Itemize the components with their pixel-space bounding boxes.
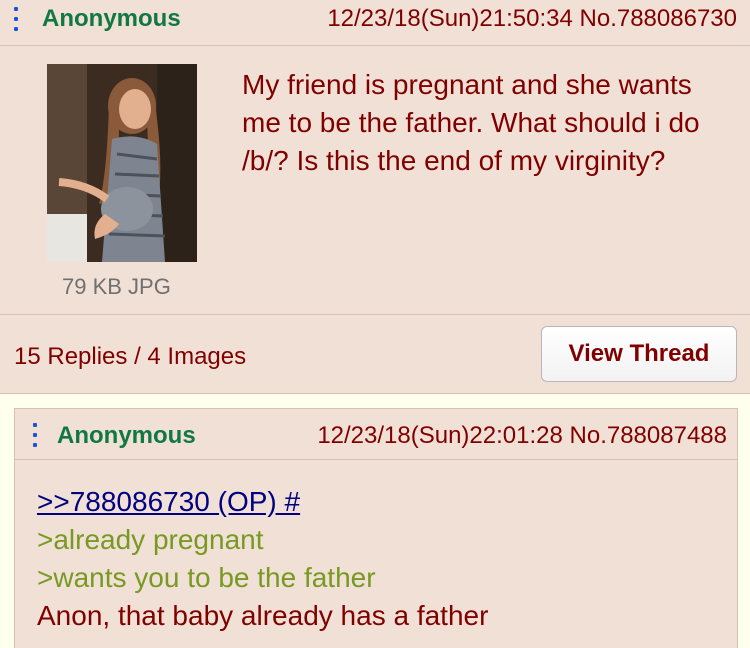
thumbnail-photo-icon <box>47 64 197 262</box>
post-menu-icon[interactable] <box>14 7 20 33</box>
post-meta: 12/23/18(Sun)21:50:34 No.788086730 <box>327 5 737 33</box>
greentext-line: >wants you to be the father <box>37 562 376 593</box>
comment-line: Anon, that baby already has a father <box>37 600 489 631</box>
post-meta: 12/23/18(Sun)22:01:28 No.788087488 <box>317 422 727 450</box>
greentext-line: >already pregnant <box>37 524 264 555</box>
post-number[interactable]: No.788086730 <box>580 5 737 32</box>
op-comment: My friend is pregnant and she wants me t… <box>242 69 700 176</box>
reply-post: Anonymous 12/23/18(Sun)22:01:28 No.78808… <box>14 408 738 648</box>
op-post: Anonymous 12/23/18(Sun)21:50:34 No.78808… <box>0 0 750 394</box>
quote-link[interactable]: >>788086730 (OP) # <box>37 483 488 521</box>
reply-comment: >>788086730 (OP) # >already pregnant >wa… <box>37 483 488 635</box>
reply-post-header: Anonymous 12/23/18(Sun)22:01:28 No.78808… <box>15 409 737 460</box>
post-datetime: 12/23/18(Sun)21:50:34 <box>327 5 573 32</box>
post-thumbnail-image[interactable] <box>47 64 197 262</box>
view-thread-button[interactable]: View Thread <box>541 326 737 382</box>
replies-summary: 15 Replies / 4 Images <box>14 343 247 370</box>
op-post-header: Anonymous 12/23/18(Sun)21:50:34 No.78808… <box>0 0 750 46</box>
post-number[interactable]: No.788087488 <box>570 422 727 449</box>
post-datetime: 12/23/18(Sun)22:01:28 <box>317 422 563 449</box>
post-menu-icon[interactable] <box>33 423 39 449</box>
poster-name: Anonymous <box>42 5 181 32</box>
poster-name: Anonymous <box>57 422 196 449</box>
file-info: 79 KB JPG <box>62 274 171 299</box>
op-post-footer: 15 Replies / 4 Images View Thread <box>0 314 750 395</box>
